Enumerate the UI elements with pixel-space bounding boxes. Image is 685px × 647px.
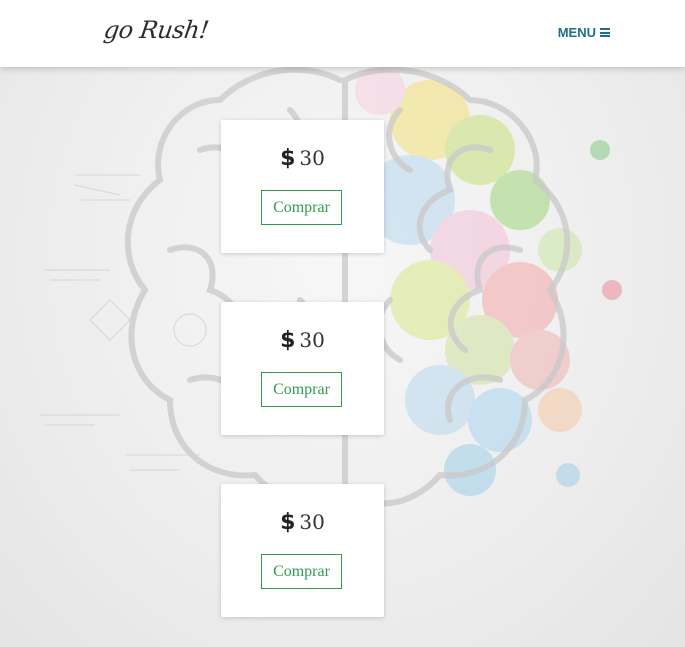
menu-label: MENU — [557, 25, 596, 40]
buy-button[interactable]: Comprar — [261, 190, 342, 225]
buy-button[interactable]: Comprar — [261, 554, 342, 589]
brand-logo[interactable]: go Rush! — [102, 16, 210, 44]
price-value: 30 — [299, 328, 325, 352]
buy-button[interactable]: Comprar — [261, 372, 342, 407]
price-value: 30 — [299, 510, 325, 534]
price-value: 30 — [299, 146, 325, 170]
product-card: $30 Comprar — [221, 302, 384, 435]
product-card: $30 Comprar — [221, 484, 384, 617]
top-header: go Rush! MENU — [0, 0, 685, 67]
hamburger-icon — [600, 28, 610, 37]
price-label: $30 — [221, 510, 384, 535]
product-card: $30 Comprar — [221, 120, 384, 253]
dollar-icon: $ — [280, 328, 296, 353]
dollar-icon: $ — [280, 510, 296, 535]
price-label: $30 — [221, 328, 384, 353]
menu-button[interactable]: MENU — [558, 25, 610, 40]
dollar-icon: $ — [280, 146, 296, 171]
price-label: $30 — [221, 146, 384, 171]
